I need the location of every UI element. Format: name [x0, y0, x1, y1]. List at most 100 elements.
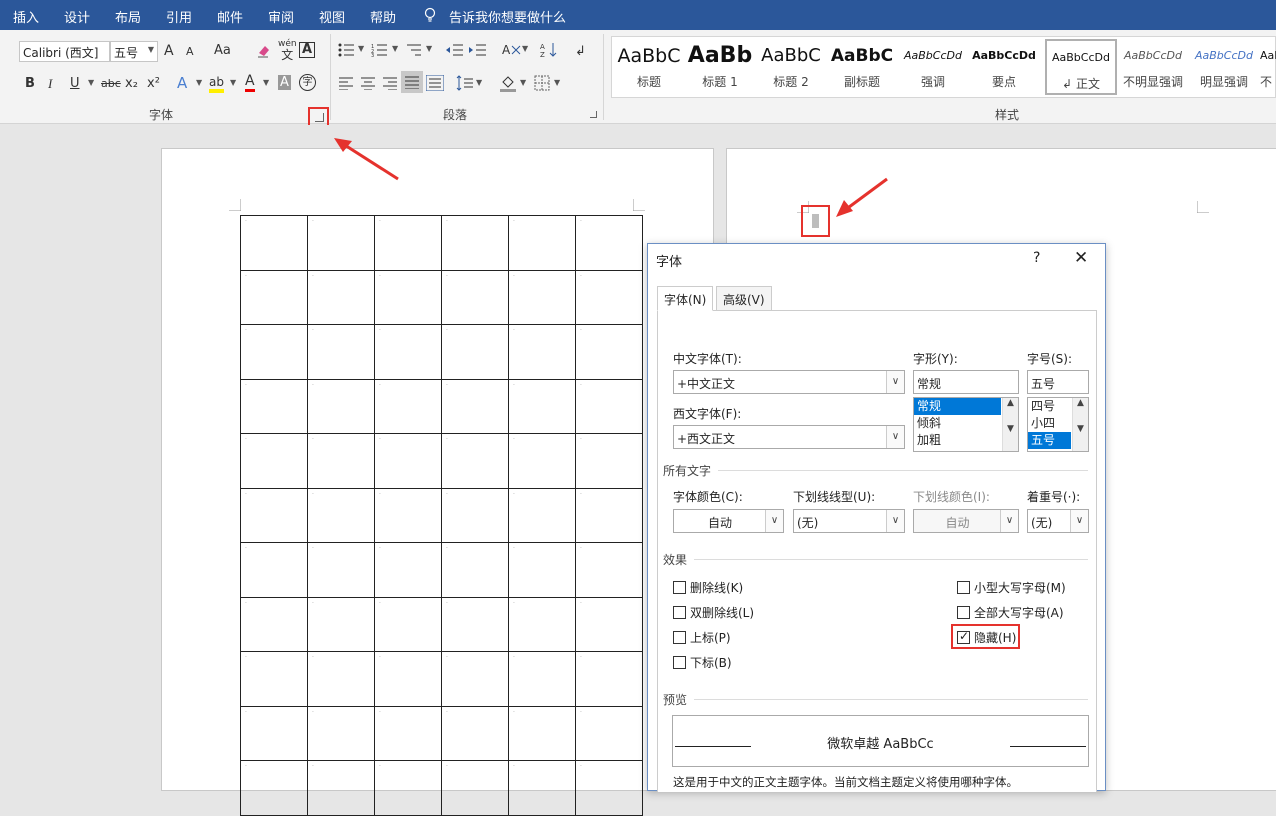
subscript-button[interactable]: x₂	[125, 76, 138, 91]
chevron-down-icon[interactable]: ▼	[1073, 424, 1088, 434]
menu-view[interactable]: 视图	[319, 7, 345, 26]
grow-font-button[interactable]: A	[164, 43, 174, 59]
table-cell[interactable]: ·	[307, 760, 375, 816]
change-case-button[interactable]: Aa	[214, 43, 231, 58]
chevron-down-icon[interactable]: ▼	[358, 44, 364, 53]
show-marks-icon[interactable]: ↲	[575, 42, 589, 58]
table-cell[interactable]: ·	[441, 324, 509, 380]
table-cell[interactable]: ·	[374, 760, 442, 816]
chevron-down-icon[interactable]: ▼	[263, 78, 269, 87]
chevron-down-icon[interactable]: ▼	[392, 44, 398, 53]
table-cell[interactable]: ·	[575, 324, 643, 380]
table-cell[interactable]: ·	[240, 705, 308, 761]
bold-button[interactable]: B	[25, 76, 35, 91]
menu-layout[interactable]: 布局	[115, 7, 141, 26]
menu-help[interactable]: 帮助	[370, 7, 396, 26]
table-cell[interactable]: ·	[575, 705, 643, 761]
subscript-checkbox[interactable]: 下标(B)	[673, 654, 732, 671]
table-cell[interactable]: ·	[307, 378, 375, 434]
font-color-button[interactable]: A	[245, 74, 255, 92]
table-cell[interactable]: ·	[575, 215, 643, 271]
chevron-down-icon[interactable]: ▼	[230, 78, 236, 87]
superscript-button[interactable]: x²	[147, 76, 160, 91]
table-cell[interactable]: ·	[240, 651, 308, 707]
western-font-select[interactable]: +西文正文 ∨	[673, 425, 905, 449]
style-title[interactable]: AaBbC 标题	[614, 39, 684, 95]
all-caps-checkbox[interactable]: 全部大写字母(A)	[957, 604, 1064, 621]
menu-mailings[interactable]: 邮件	[217, 7, 243, 26]
chevron-down-icon[interactable]: ▼	[1003, 424, 1018, 434]
font-color-select[interactable]: 自动 ∨	[673, 509, 784, 533]
style-heading-1[interactable]: AaBb 标题 1	[685, 39, 755, 95]
font-size-list[interactable]: 四号 小四 五号 ▲ ▼	[1027, 397, 1089, 452]
table-cell[interactable]: ·	[307, 269, 375, 325]
table-cell[interactable]: ·	[575, 651, 643, 707]
table-cell[interactable]: ·	[240, 269, 308, 325]
chevron-down-icon[interactable]: ▼	[520, 78, 526, 87]
table-cell[interactable]: ·	[374, 596, 442, 652]
table-cell[interactable]: ·	[307, 542, 375, 598]
table-cell[interactable]: ·	[240, 433, 308, 489]
checkbox-box[interactable]	[673, 656, 686, 669]
emphasis-mark-select[interactable]: (无) ∨	[1027, 509, 1089, 533]
font-style-input[interactable]: 常规	[913, 370, 1019, 394]
style-strong[interactable]: AaBbCcDd 要点	[969, 39, 1039, 95]
menu-insert[interactable]: 插入	[13, 7, 39, 26]
table-cell[interactable]: ·	[441, 651, 509, 707]
table-cell[interactable]: ·	[307, 324, 375, 380]
superscript-checkbox[interactable]: 上标(P)	[673, 629, 731, 646]
checkbox-box[interactable]	[673, 631, 686, 644]
enclose-char-button[interactable]: 字	[299, 74, 316, 91]
menu-review[interactable]: 审阅	[268, 7, 294, 26]
underline-color-select[interactable]: 自动 ∨	[913, 509, 1019, 533]
chevron-up-icon[interactable]: ▲	[1003, 398, 1018, 408]
scrollbar[interactable]: ▲ ▼	[1002, 398, 1018, 451]
table-cell[interactable]: ·	[307, 215, 375, 271]
align-left-icon[interactable]	[338, 76, 354, 90]
table-cell[interactable]: ·	[441, 487, 509, 543]
table-cell[interactable]: ·	[508, 324, 576, 380]
table-cell[interactable]: ·	[240, 596, 308, 652]
style-heading-2[interactable]: AaBbC 标题 2	[756, 39, 826, 95]
help-button[interactable]: ?	[1033, 250, 1040, 266]
table-cell[interactable]: ·	[508, 760, 576, 816]
highlight-button[interactable]: ab	[209, 75, 224, 93]
char-border-button[interactable]: A	[299, 42, 316, 58]
style-normal[interactable]: AaBbCcDd ↲ 正文	[1045, 39, 1117, 95]
table-cell[interactable]: ·	[307, 705, 375, 761]
checkbox-box[interactable]	[673, 581, 686, 594]
table-cell[interactable]: ·	[508, 596, 576, 652]
page-left[interactable]: · · · · · · · · · · · · · · · · · · · · · · · · · · · · · · · · · · · · · · · ·…	[161, 148, 714, 816]
paragraph-dialog-launcher-icon[interactable]	[590, 111, 597, 118]
font-name-combo[interactable]: Calibri (西文]	[19, 41, 110, 62]
table-cell[interactable]: ·	[441, 215, 509, 271]
chinese-font-select[interactable]: +中文正文 ∨	[673, 370, 905, 394]
close-button[interactable]: ✕	[1074, 248, 1088, 268]
distributed-icon[interactable]	[426, 75, 444, 91]
table-cell[interactable]: ·	[374, 705, 442, 761]
table-cell[interactable]: ·	[240, 215, 308, 271]
shrink-font-button[interactable]: A	[186, 45, 194, 58]
double-strikethrough-checkbox[interactable]: 双删除线(L)	[673, 604, 754, 621]
justify-button[interactable]	[401, 71, 423, 93]
table-cell[interactable]: ·	[240, 542, 308, 598]
tell-me-search[interactable]: 告诉我你想要做什么	[449, 7, 566, 26]
table-cell[interactable]: ·	[374, 269, 442, 325]
table-cell[interactable]: ·	[441, 596, 509, 652]
increase-indent-icon[interactable]	[469, 43, 487, 57]
shading-icon[interactable]	[499, 74, 517, 92]
chevron-down-icon[interactable]: ▼	[522, 44, 528, 53]
underline-button[interactable]: U	[70, 76, 80, 91]
bullets-icon[interactable]	[338, 43, 356, 57]
numbering-icon[interactable]: 123	[371, 43, 389, 57]
document-table[interactable]: · · · · · · · · · · · · · · · · · · · · · · · · · · · · · · · · · · · · · · · ·…	[240, 215, 643, 816]
table-cell[interactable]: ·	[307, 487, 375, 543]
table-cell[interactable]: ·	[575, 378, 643, 434]
borders-icon[interactable]	[534, 75, 550, 91]
table-cell[interactable]: ·	[508, 269, 576, 325]
decrease-indent-icon[interactable]	[446, 43, 464, 57]
checkbox-box[interactable]	[673, 606, 686, 619]
text-effects-button[interactable]: A	[177, 74, 187, 92]
font-size-input[interactable]: 五号	[1027, 370, 1089, 394]
table-cell[interactable]: ·	[508, 378, 576, 434]
